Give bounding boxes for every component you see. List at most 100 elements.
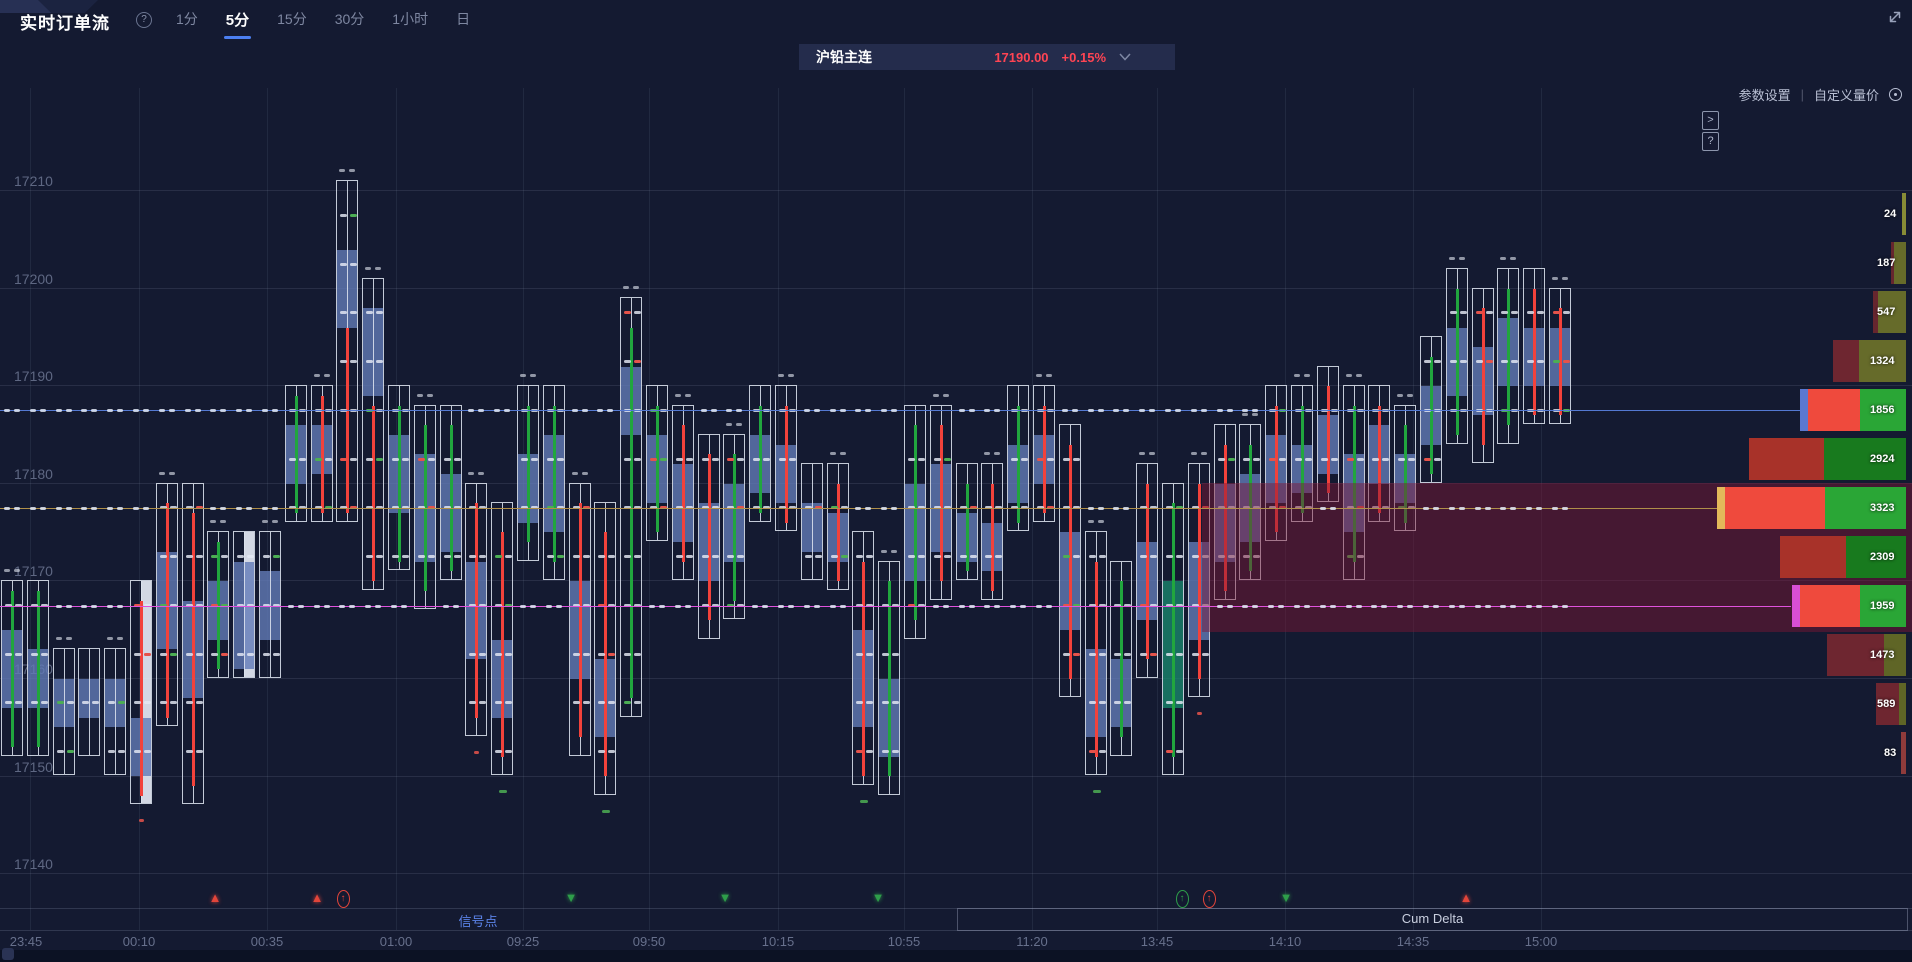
- line-volume-text: [711, 409, 717, 412]
- help-icon[interactable]: ?: [136, 12, 152, 28]
- line-volume-text: [556, 605, 562, 608]
- line-volume-text: [236, 409, 242, 412]
- footprint-candle[interactable]: [104, 648, 126, 775]
- footprint-volume-text: [340, 263, 347, 266]
- candle-divider: [270, 532, 271, 676]
- expand-icon[interactable]: [1886, 8, 1904, 26]
- price-line-blue: [0, 410, 1800, 412]
- footprint-candle[interactable]: [1446, 268, 1468, 444]
- footprint-volume-text: [366, 555, 373, 558]
- footprint-candle[interactable]: [1007, 385, 1029, 531]
- footprint-candle[interactable]: [775, 385, 797, 531]
- tab-timeframe-4[interactable]: 1小时: [392, 9, 428, 39]
- collapse-button[interactable]: >: [1702, 111, 1719, 130]
- footprint-candle[interactable]: [852, 531, 874, 785]
- footprint-candle[interactable]: [956, 463, 978, 580]
- footprint-candle[interactable]: [465, 483, 487, 737]
- candle-body-down: [785, 406, 788, 523]
- footprint-candle[interactable]: [1317, 366, 1339, 503]
- footprint-candle[interactable]: [1162, 483, 1184, 776]
- footprint-candle[interactable]: [1472, 288, 1494, 464]
- footprint-candle[interactable]: [207, 531, 229, 677]
- visibility-icon[interactable]: [1889, 88, 1902, 101]
- arrow-up-icon: ↑: [1203, 890, 1216, 908]
- signal-marker-sell: ↑: [1173, 888, 1191, 908]
- footprint-candle[interactable]: [182, 483, 204, 805]
- footprint-candle[interactable]: [569, 483, 591, 756]
- footprint-candle[interactable]: [1549, 288, 1571, 425]
- footprint-volume-text: [1063, 653, 1070, 656]
- footprint-candle[interactable]: [53, 648, 75, 775]
- tab-timeframe-5[interactable]: 日: [456, 9, 470, 39]
- candle-body-down: [1198, 484, 1201, 679]
- footprint-candle[interactable]: [1136, 463, 1158, 678]
- footprint-volume-text: [82, 701, 89, 704]
- footprint-candle[interactable]: [1497, 268, 1519, 444]
- param-settings-button[interactable]: 参数设置: [1739, 85, 1791, 104]
- tab-timeframe-0[interactable]: 1分: [176, 9, 198, 39]
- footprint-volume-text: [1073, 653, 1080, 656]
- time-axis-label: 11:20: [1016, 934, 1048, 949]
- footprint-volume-text: [186, 555, 193, 558]
- footprint-candle[interactable]: [130, 580, 152, 804]
- symbol-selector[interactable]: 沪铅主连 17190.00 +0.15%: [799, 44, 1175, 70]
- footprint-volume-text: [92, 701, 99, 704]
- footprint-candle[interactable]: [285, 385, 307, 522]
- footprint-candle[interactable]: [827, 463, 849, 590]
- footprint-candle[interactable]: [1059, 424, 1081, 697]
- custom-volume-price-button[interactable]: 自定义量价: [1814, 85, 1879, 104]
- footprint-candle[interactable]: [1033, 385, 1055, 522]
- footprint-candle[interactable]: [930, 405, 952, 600]
- line-volume-text: [1320, 605, 1326, 608]
- footprint-candle[interactable]: [362, 278, 384, 590]
- delta-text-above: [324, 374, 330, 377]
- line-volume-text: [830, 605, 836, 608]
- footprint-volume-text: [1486, 360, 1493, 363]
- footprint-candle[interactable]: [517, 385, 539, 561]
- footprint-volume-text: [196, 555, 203, 558]
- tab-timeframe-2[interactable]: 15分: [277, 9, 307, 39]
- footprint-candle[interactable]: [336, 180, 358, 521]
- footprint-candle[interactable]: [233, 531, 255, 677]
- footprint-candle[interactable]: [723, 434, 745, 619]
- footprint-candle[interactable]: [801, 463, 823, 580]
- footprint-volume-text: [495, 701, 502, 704]
- signal-panel-label[interactable]: 信号点: [0, 911, 956, 930]
- hint-button[interactable]: ?: [1702, 132, 1719, 151]
- footprint-candle[interactable]: [878, 561, 900, 795]
- line-volume-text: [1536, 507, 1542, 510]
- footprint-candle[interactable]: [78, 648, 100, 755]
- footprint-volume-text: [789, 458, 796, 461]
- candle-body-up: [888, 581, 891, 776]
- footprint-candle[interactable]: [440, 405, 462, 581]
- footprint-volume-text: [350, 263, 357, 266]
- tab-timeframe-3[interactable]: 30分: [335, 9, 365, 39]
- footprint-volume-text: [237, 555, 244, 558]
- candle-body-down: [708, 454, 711, 620]
- cum-delta-panel-label[interactable]: Cum Delta: [957, 911, 1908, 926]
- footprint-candle[interactable]: [543, 385, 565, 580]
- footprint-candle[interactable]: [981, 463, 1003, 600]
- footprint-candle[interactable]: [156, 483, 178, 727]
- footprint-candle[interactable]: [311, 385, 333, 522]
- footprint-candle[interactable]: [491, 502, 513, 775]
- line-volume-text: [443, 605, 449, 608]
- symbol-price: 17190.00: [994, 50, 1048, 65]
- footprint-candle[interactable]: [1523, 268, 1545, 424]
- footprint-candle[interactable]: [672, 405, 694, 581]
- chart-canvas[interactable]: 1721017200171901718017170171601715017140…: [0, 0, 1912, 962]
- footprint-candle[interactable]: [259, 531, 281, 677]
- footprint-candle[interactable]: [646, 385, 668, 541]
- tab-timeframe-1[interactable]: 5分: [226, 9, 249, 39]
- footprint-candle[interactable]: [388, 385, 410, 570]
- line-volume-text: [246, 507, 252, 510]
- footprint-candle[interactable]: [904, 405, 926, 639]
- footprint-volume-text: [350, 214, 357, 217]
- footprint-candle[interactable]: [698, 434, 720, 639]
- footprint-candle[interactable]: [1085, 531, 1107, 775]
- footprint-candle[interactable]: [749, 385, 771, 522]
- footprint-volume-text: [1321, 458, 1328, 461]
- footprint-candle[interactable]: [594, 502, 616, 795]
- footprint-candle[interactable]: [1110, 561, 1132, 756]
- candle-body-up: [733, 454, 736, 600]
